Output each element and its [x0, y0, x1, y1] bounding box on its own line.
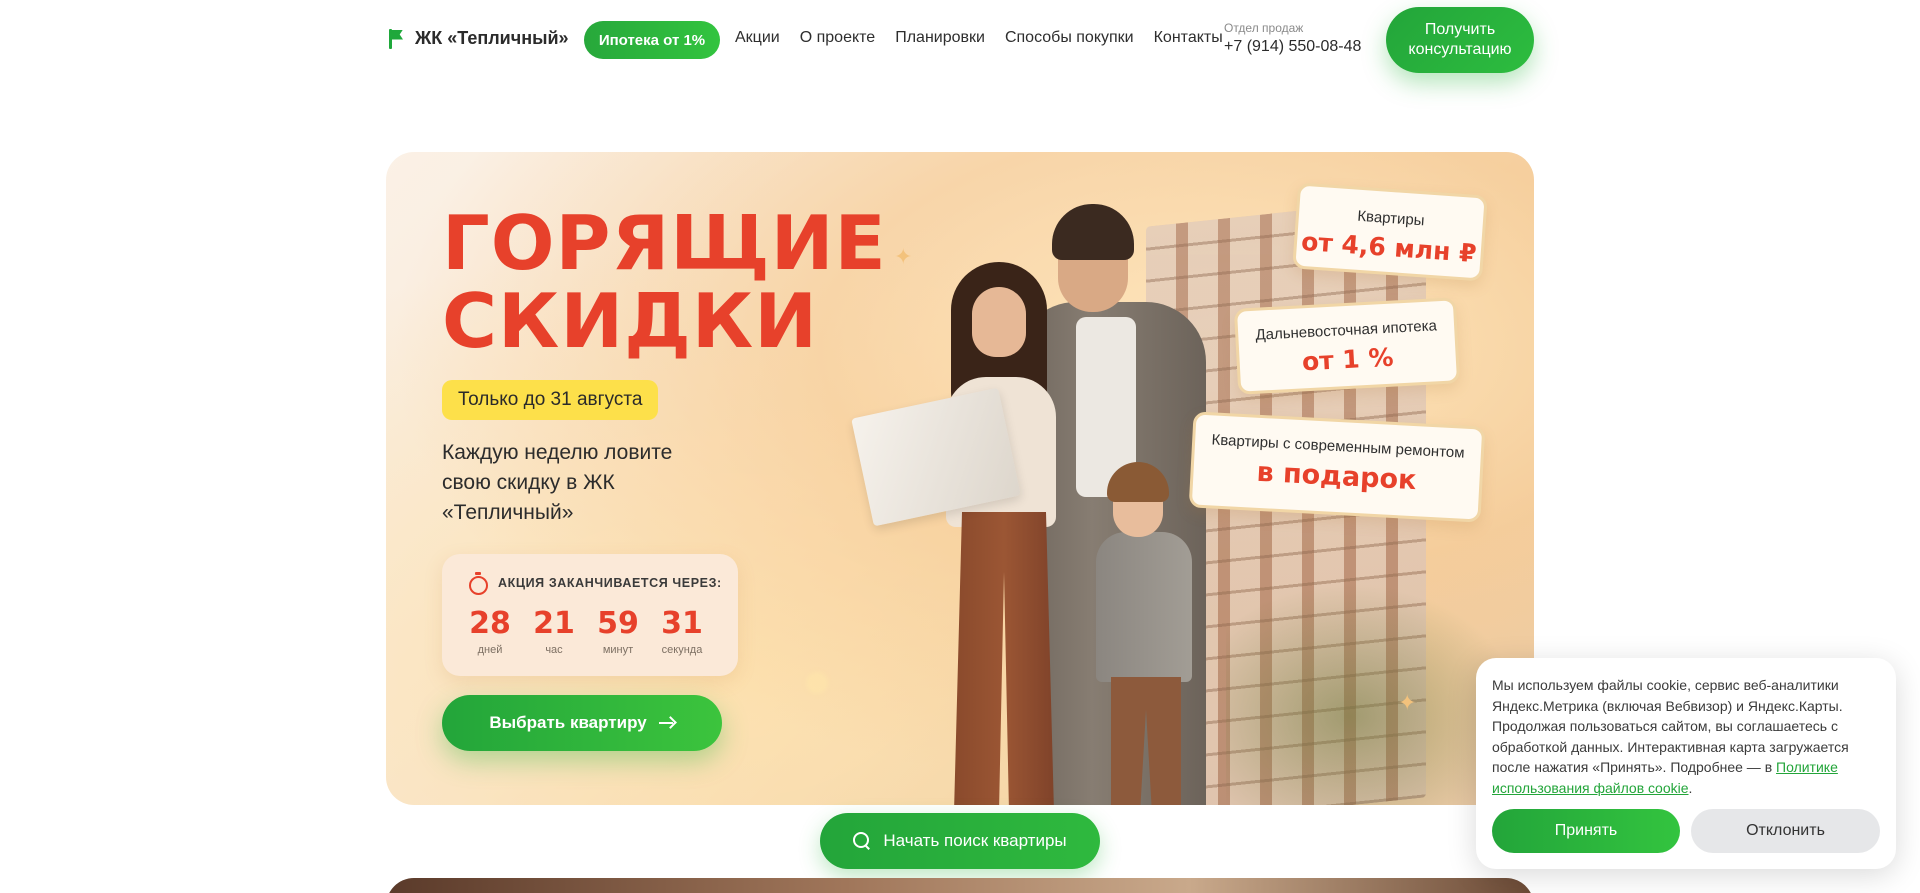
timer-minutes-value: 59 — [597, 606, 639, 641]
timer-days-value: 28 — [469, 606, 511, 641]
choose-apartment-label: Выбрать квартиру — [489, 713, 647, 732]
price-card-apartments: Квартиры от 4,6 млн ₽ — [1292, 182, 1488, 282]
accept-cookies-button[interactable]: Принять — [1492, 809, 1680, 853]
timer-seconds: 31 секунда — [650, 606, 714, 656]
site-header: ЖК «Тепличный» Ипотека от 1% Акции О про… — [0, 0, 1920, 80]
hero-subtitle: Каждую неделю ловите свою скидку в ЖК «Т… — [442, 441, 673, 524]
timer-hours-caption: час — [545, 644, 563, 656]
bokeh-light — [806, 672, 828, 694]
hero-banner: ✦ ✦ ГОРЯЩИЕ СКИДКИ Только до 31 августа … — [386, 152, 1534, 805]
logo-text: ЖК «Тепличный» — [415, 28, 569, 48]
timer-minutes: 59 минут — [586, 606, 650, 656]
cookie-tail: . — [1688, 779, 1693, 796]
nav-item-promotions[interactable]: Акции — [735, 29, 780, 47]
price-card-value: в подарок — [1255, 456, 1418, 497]
price-card-mortgage: Дальневосточная ипотека от 1 % — [1233, 297, 1461, 395]
decline-cookies-button[interactable]: Отклонить — [1691, 809, 1880, 853]
nav-item-layouts[interactable]: Планировки — [895, 29, 985, 47]
start-search-label: Начать поиск квартиры — [883, 831, 1067, 850]
timer-seconds-caption: секунда — [661, 644, 703, 656]
nav-item-contacts[interactable]: Контакты — [1154, 29, 1223, 47]
timer-hours-value: 21 — [533, 606, 575, 641]
price-card-value: от 4,6 млн ₽ — [1300, 226, 1478, 269]
timer-units: 28 дней 21 час 59 минут 31 секунда — [458, 606, 714, 656]
next-section-preview — [386, 878, 1534, 893]
flag-icon — [389, 28, 405, 49]
timer-days-caption: дней — [477, 644, 503, 656]
sparkle-icon: ✦ — [894, 244, 913, 269]
logo[interactable]: ЖК «Тепличный» — [389, 28, 569, 49]
choose-apartment-button[interactable]: Выбрать квартиру — [442, 695, 722, 751]
main-nav: Акции О проекте Планировки Способы покуп… — [735, 29, 1243, 47]
woman-pants — [954, 512, 1054, 805]
timer-minutes-caption: минут — [602, 644, 634, 656]
hero-title-line1: ГОРЯЩИЕ — [442, 199, 887, 287]
sales-contact: Отдел продаж +7 (914) 550-08-48 — [1224, 21, 1361, 56]
boy-figure — [1096, 532, 1192, 682]
deadline-badge: Только до 31 августа — [442, 380, 659, 420]
mortgage-button[interactable]: Ипотека от 1% — [584, 21, 720, 59]
consultation-button[interactable]: Получить консультацию — [1386, 7, 1534, 73]
countdown-timer: АКЦИЯ ЗАКАНЧИВАЕТСЯ ЧЕРЕЗ: 28 дней 21 ча… — [442, 554, 738, 676]
cookie-banner: Мы используем файлы cookie, сервис веб-а… — [1476, 658, 1896, 869]
sparkle-icon: ✦ — [1398, 690, 1417, 715]
stopwatch-icon — [468, 572, 488, 595]
man-hair — [1052, 204, 1134, 260]
sales-label: Отдел продаж — [1224, 21, 1304, 35]
timer-seconds-value: 31 — [661, 606, 703, 641]
nav-item-purchase-methods[interactable]: Способы покупки — [1005, 29, 1134, 47]
arrow-right-icon — [658, 716, 675, 730]
timer-label: АКЦИЯ ЗАКАНЧИВАЕТСЯ ЧЕРЕЗ: — [498, 576, 722, 590]
price-card-value: от 1 % — [1301, 342, 1395, 377]
start-search-button[interactable]: Начать поиск квартиры — [820, 813, 1100, 869]
timer-hours: 21 час — [522, 606, 586, 656]
hero-title: ГОРЯЩИЕ СКИДКИ — [442, 204, 887, 360]
hero-title-line2: СКИДКИ — [442, 277, 818, 365]
search-icon — [853, 832, 871, 850]
timer-days: 28 дней — [458, 606, 522, 656]
woman-face — [972, 287, 1026, 357]
cookie-text: Мы используем файлы cookie, сервис веб-а… — [1492, 675, 1882, 798]
sales-phone[interactable]: +7 (914) 550-08-48 — [1224, 38, 1361, 56]
price-card-renovation: Квартиры с современным ремонтом в подаро… — [1188, 411, 1486, 523]
nav-item-about[interactable]: О проекте — [800, 29, 875, 47]
timer-header: АКЦИЯ ЗАКАНЧИВАЕТСЯ ЧЕРЕЗ: — [468, 572, 722, 595]
